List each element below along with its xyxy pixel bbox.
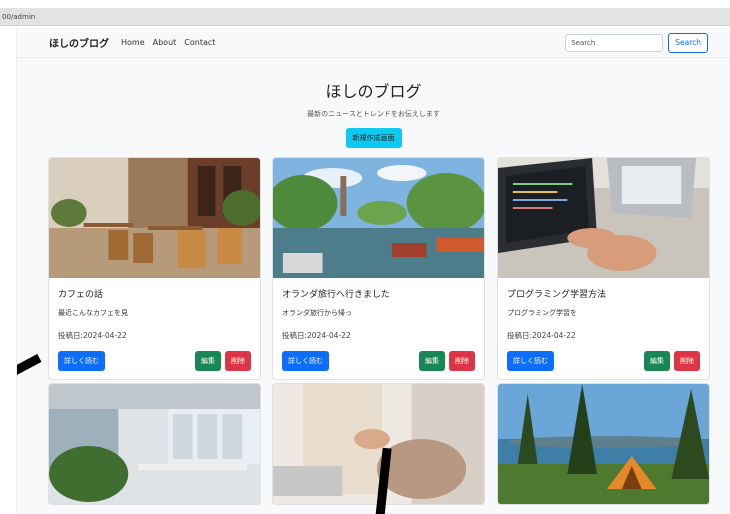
post-card [497,383,710,505]
post-card: カフェの話 最近こんなカフェを見 投稿日:2024-04-22 詳しく読む 編集… [48,157,261,380]
card-excerpt: 最近こんなカフェを見 [58,309,128,317]
read-more-button[interactable]: 詳しく読む [58,351,105,371]
brand-link[interactable]: ほしのブログ [49,35,109,50]
search-button[interactable]: Search [668,32,708,53]
nav-link-home[interactable]: Home [121,38,145,47]
card-body: オランダ旅行へ行きました オランダ旅行から帰っ 投稿日:2024-04-22 詳… [273,278,484,379]
card-body: カフェの話 最近こんなカフェを見 投稿日:2024-04-22 詳しく読む 編集… [49,278,260,379]
new-post-button[interactable]: 新規作成画面 [345,128,402,148]
post-card [48,383,261,505]
edit-button[interactable]: 編集 [419,351,445,371]
search-input[interactable] [565,33,664,52]
navbar: ほしのブログ Home About Contact Search [17,28,730,58]
card-title: カフェの話 [58,290,104,300]
edit-button[interactable]: 編集 [195,351,221,371]
card-actions: 詳しく読む 編集 削除 [507,351,700,379]
nav-link-about[interactable]: About [153,38,177,47]
camping-tent-photo[interactable] [498,384,709,504]
post-card: オランダ旅行へ行きました オランダ旅行から帰っ 投稿日:2024-04-22 詳… [272,157,485,380]
amsterdam-canal-photo[interactable] [273,158,484,278]
page-title: ほしのブログ [325,82,422,101]
browser-url-bar[interactable]: 00/admin [0,8,730,26]
hero: ほしのブログ 最新のニュースとトレンドをお伝えします 新規作成画面 [17,58,730,148]
delete-button[interactable]: 削除 [225,351,251,371]
nav-link-contact[interactable]: Contact [184,38,215,47]
card-actions: 詳しく読む 編集 削除 [282,351,475,379]
card-excerpt: オランダ旅行から帰っ [282,309,352,317]
url-text: 00/admin [2,13,36,21]
post-card: プログラミング学習方法 プログラミング学習を 投稿日:2024-04-22 詳し… [497,157,710,380]
read-more-button[interactable]: 詳しく読む [282,351,329,371]
ink-stroke-decoration [17,353,42,384]
read-more-button[interactable]: 詳しく読む [507,351,554,371]
laptop-coding-photo[interactable] [498,158,709,278]
page: ほしのブログ Home About Contact Search ほしのブログ … [16,28,730,514]
card-body: プログラミング学習方法 プログラミング学習を 投稿日:2024-04-22 詳し… [498,278,709,379]
card-title: プログラミング学習方法 [507,290,607,300]
cafe-terrace-photo[interactable] [49,158,260,278]
delete-button[interactable]: 削除 [449,351,475,371]
card-date: 投稿日:2024-04-22 [58,331,127,340]
card-title: オランダ旅行へ行きました [282,290,391,300]
delete-button[interactable]: 削除 [674,351,700,371]
card-actions: 詳しく読む 編集 削除 [58,351,251,379]
office-interior-photo[interactable] [49,384,260,504]
card-date: 投稿日:2024-04-22 [507,331,576,340]
card-date: 投稿日:2024-04-22 [282,331,351,340]
card-excerpt: プログラミング学習を [507,309,577,317]
page-subtitle: 最新のニュースとトレンドをお伝えします [307,110,440,118]
edit-button[interactable]: 編集 [644,351,670,371]
